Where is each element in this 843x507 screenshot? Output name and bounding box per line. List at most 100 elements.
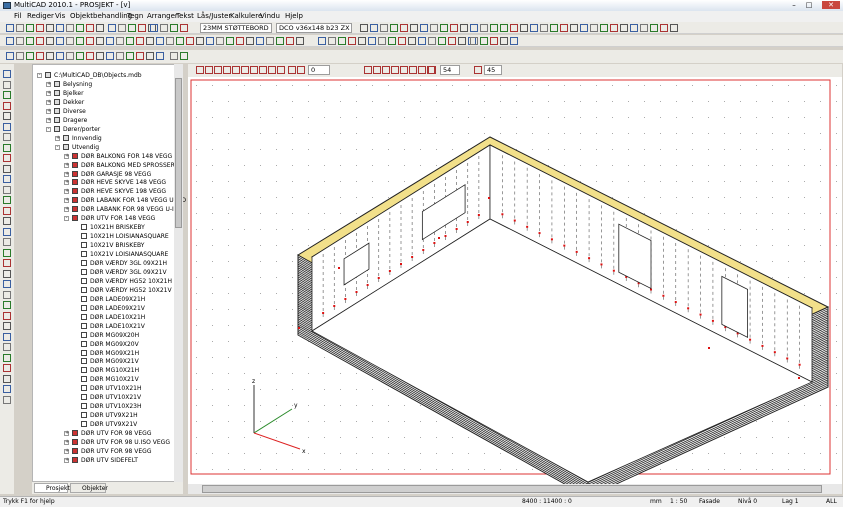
toolbar-tool-icon[interactable]	[116, 37, 124, 45]
toolbar-tool-icon[interactable]	[6, 37, 14, 45]
tab-prosjekt[interactable]: Prosjekt	[34, 483, 70, 493]
toolbar-tool-icon[interactable]	[286, 37, 294, 45]
toolbar-tool-icon[interactable]	[448, 37, 456, 45]
toolbar-tool-icon[interactable]	[26, 37, 34, 45]
view-tool-icon[interactable]	[382, 66, 390, 74]
view-tool-icon[interactable]	[232, 66, 240, 74]
toolbar-tool-icon[interactable]	[36, 37, 44, 45]
toolbar-tool-icon[interactable]	[46, 24, 54, 32]
angle-field-1[interactable]: 54	[440, 65, 460, 75]
palette-tool-icon[interactable]	[3, 112, 11, 120]
toolbar-tool-icon[interactable]	[86, 37, 94, 45]
menu-item[interactable]: Lås/Juster	[197, 12, 231, 20]
toolbar-tool-icon[interactable]	[380, 24, 388, 32]
toolbar-tool-icon[interactable]	[216, 37, 224, 45]
menu-item[interactable]: Rediger	[27, 12, 54, 20]
toolbar-tool-icon[interactable]	[610, 24, 618, 32]
toolbar-tool-icon[interactable]	[630, 24, 638, 32]
toolbar-tool-icon[interactable]	[550, 24, 558, 32]
toolbar-tool-icon[interactable]	[430, 24, 438, 32]
angle-field-2[interactable]: 45	[484, 65, 502, 75]
toolbar-tool-icon[interactable]	[128, 24, 136, 32]
palette-tool-icon[interactable]	[3, 154, 11, 162]
toolbar-tool-icon[interactable]	[156, 37, 164, 45]
toolbar-tool-icon[interactable]	[6, 52, 14, 60]
toolbar-tool-icon[interactable]	[236, 37, 244, 45]
view-tool-icon[interactable]	[400, 66, 408, 74]
toolbar-tool-icon[interactable]	[226, 37, 234, 45]
collapse-icon[interactable]: -	[37, 73, 42, 78]
view-tool-icon[interactable]	[250, 66, 258, 74]
palette-tool-icon[interactable]	[3, 343, 11, 351]
toolbar-tool-icon[interactable]	[570, 24, 578, 32]
toolbar-tool-icon[interactable]	[76, 52, 84, 60]
expand-icon[interactable]: +	[64, 198, 69, 204]
menu-item[interactable]: Vis	[55, 12, 65, 20]
palette-tool-icon[interactable]	[3, 322, 11, 330]
toolbar-tool-icon[interactable]	[510, 37, 518, 45]
collapse-icon[interactable]: -	[64, 216, 69, 222]
cad-drawing[interactable]: z y x	[188, 77, 842, 498]
palette-tool-icon[interactable]	[3, 227, 11, 236]
toolbar-tool-icon[interactable]	[180, 24, 188, 32]
palette-tool-icon[interactable]	[3, 175, 11, 183]
view-tool-icon[interactable]	[241, 66, 249, 74]
palette-tool-icon[interactable]	[3, 70, 11, 78]
menu-item[interactable]: Tekst	[176, 12, 194, 20]
palette-tool-icon[interactable]	[3, 353, 11, 362]
toolbar-tool-icon[interactable]	[560, 24, 568, 32]
toolbar-tool-icon[interactable]	[410, 24, 418, 32]
toolbar-tool-icon[interactable]	[500, 37, 508, 45]
toolbar-tool-icon[interactable]	[160, 24, 168, 32]
toolbar-tool-icon[interactable]	[206, 37, 214, 45]
toolbar-tool-icon[interactable]	[170, 52, 178, 60]
toolbar-tool-icon[interactable]	[106, 37, 114, 45]
palette-tool-icon[interactable]	[3, 332, 11, 341]
toolbar-tool-icon[interactable]	[390, 24, 398, 32]
toolbar-tool-icon[interactable]	[530, 24, 538, 32]
view-tool-icon[interactable]	[364, 66, 372, 74]
toolbar-tool-icon[interactable]	[186, 37, 194, 45]
expand-icon[interactable]: +	[55, 135, 60, 141]
toolbar-tool-icon[interactable]	[460, 24, 468, 32]
palette-tool-icon[interactable]	[3, 395, 11, 404]
hscroll-thumb[interactable]	[202, 485, 822, 493]
toolbar-tool-icon[interactable]	[106, 52, 114, 60]
menu-item[interactable]: Objektbehandling	[70, 12, 132, 20]
menu-item[interactable]: Vindu	[260, 12, 280, 20]
palette-tool-icon[interactable]	[3, 217, 11, 225]
expand-icon[interactable]: +	[64, 448, 69, 454]
palette-tool-icon[interactable]	[3, 143, 11, 152]
toolbar-tool-icon[interactable]	[358, 37, 366, 45]
tree-scrollbar[interactable]	[174, 64, 183, 482]
toolbar-tool-icon[interactable]	[66, 37, 74, 45]
toolbar-tool-icon[interactable]	[116, 52, 124, 60]
toolbar-tool-icon[interactable]	[146, 37, 154, 45]
toolbar-tool-icon[interactable]	[16, 52, 24, 60]
toolbar-tool-icon[interactable]	[368, 37, 376, 45]
toolbar-tool-icon[interactable]	[620, 24, 628, 32]
palette-tool-icon[interactable]	[3, 385, 11, 393]
expand-icon[interactable]: +	[46, 99, 51, 105]
expand-icon[interactable]: +	[64, 440, 69, 445]
toolbar-tool-icon[interactable]	[56, 52, 64, 60]
toolbar-tool-icon[interactable]	[400, 24, 408, 32]
toolbar-tool-icon[interactable]	[16, 24, 24, 32]
toolbar-tool-icon[interactable]	[46, 37, 54, 45]
palette-tool-icon[interactable]	[3, 238, 11, 246]
expand-icon[interactable]: +	[64, 171, 69, 177]
toolbar-tool-icon[interactable]	[378, 37, 386, 45]
expand-icon[interactable]: +	[64, 180, 69, 186]
view-tool-icon[interactable]	[288, 66, 296, 74]
menu-item[interactable]: Arranger	[147, 12, 178, 20]
scroll-thumb[interactable]	[175, 78, 182, 228]
toolbar-tool-icon[interactable]	[418, 37, 426, 45]
expand-icon[interactable]: +	[46, 90, 51, 96]
toolbar-tool-icon[interactable]	[650, 24, 658, 32]
palette-tool-icon[interactable]	[3, 259, 11, 267]
toolbar-tool-icon[interactable]	[490, 24, 498, 32]
palette-tool-icon[interactable]	[3, 311, 11, 320]
toolbar-tool-icon[interactable]	[66, 52, 74, 60]
expand-icon[interactable]: +	[46, 108, 51, 114]
canvas-hscrollbar[interactable]	[188, 484, 842, 494]
